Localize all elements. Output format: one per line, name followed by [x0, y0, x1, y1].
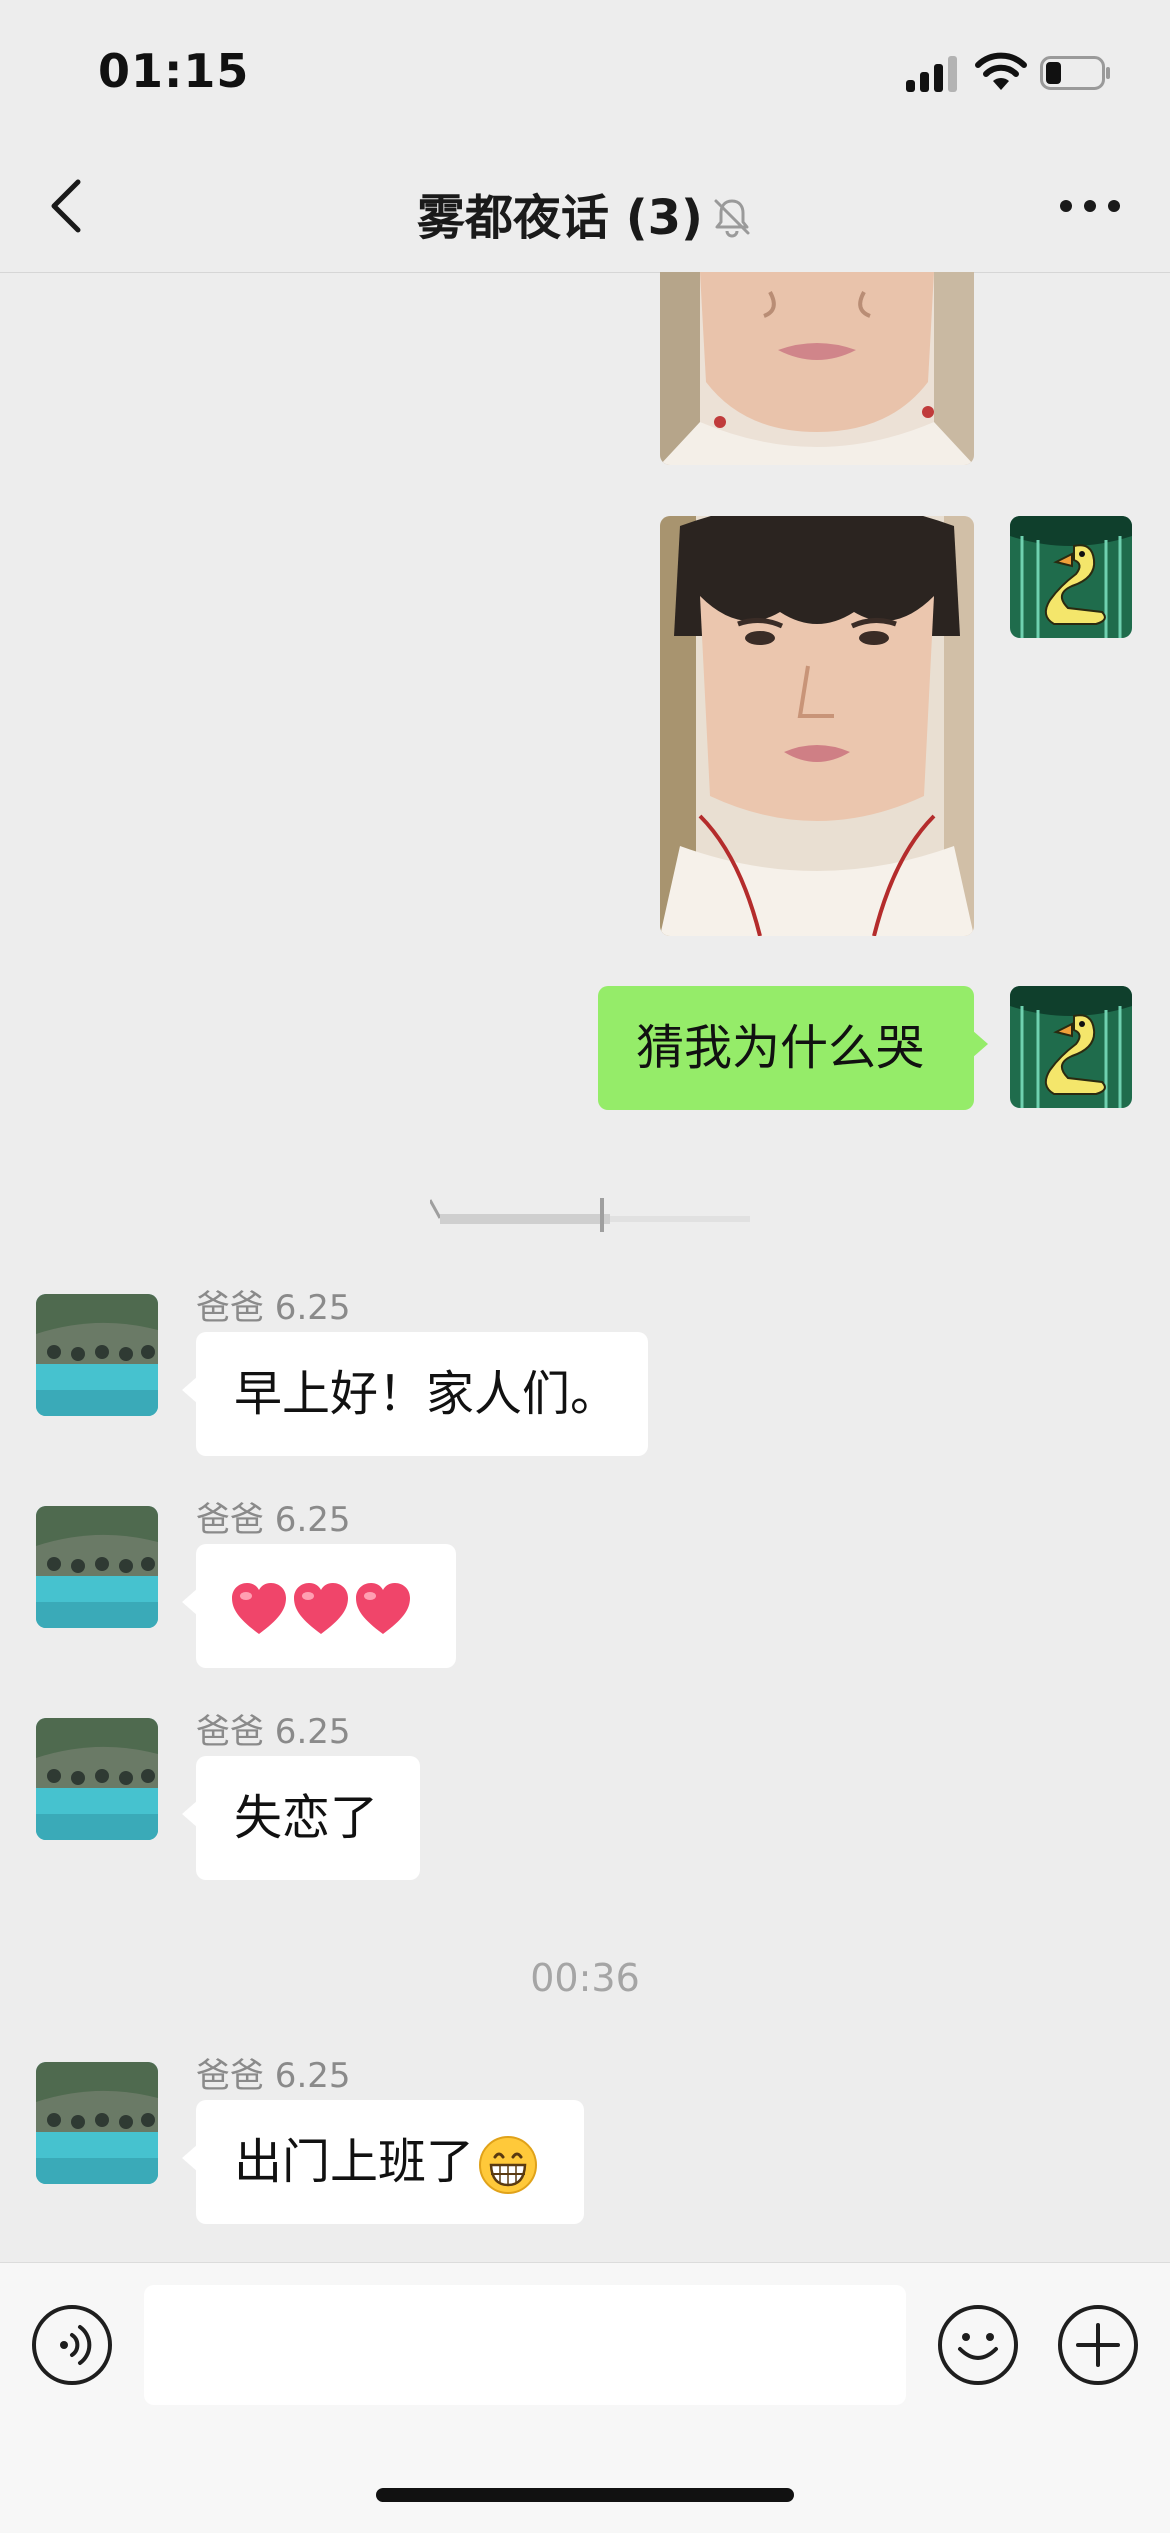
heart-emoji-icon: [232, 1583, 286, 1634]
message-input[interactable]: [144, 2285, 906, 2405]
message-bubble-hearts[interactable]: [182, 1544, 456, 1668]
heart-emoji-icon: [294, 1583, 348, 1634]
sender-name: 爸爸 6.25: [196, 2056, 351, 2096]
my-avatar[interactable]: [1010, 516, 1132, 638]
chat-title-text: 雾都夜话 (3): [417, 190, 703, 246]
message-bubble-incoming[interactable]: 早上好！家人们。: [182, 1332, 648, 1456]
status-time: 01:15: [98, 44, 250, 98]
voice-icon[interactable]: [32, 2305, 112, 2385]
divider-line: [430, 1198, 750, 1232]
sender-name: 爸爸 6.25: [196, 1712, 351, 1752]
chat-title: 雾都夜话 (3): [0, 178, 1170, 248]
home-indicator[interactable]: [376, 2488, 794, 2502]
my-avatar[interactable]: [1010, 986, 1132, 1108]
message-text: 出门上班了: [234, 2134, 475, 2190]
message-bubble-outgoing[interactable]: 猜我为什么哭: [598, 986, 988, 1110]
sender-avatar[interactable]: [36, 1718, 158, 1840]
time-divider: 00:36: [530, 1956, 640, 2000]
sent-photo-2[interactable]: [660, 516, 974, 936]
sent-photo-1[interactable]: [660, 272, 974, 465]
emoji-icon[interactable]: [938, 2305, 1018, 2385]
sender-avatar[interactable]: [36, 2062, 158, 2184]
sender-name: 爸爸 6.25: [196, 1288, 351, 1328]
heart-emoji-icon: [356, 1583, 410, 1634]
cellular-signal-icon: [906, 56, 958, 92]
plus-icon[interactable]: [1058, 2305, 1138, 2385]
message-bubble-incoming[interactable]: 出门上班了: [182, 2100, 584, 2224]
bell-off-icon: [714, 199, 750, 238]
chat-header: 雾都夜话 (3): [0, 140, 1170, 273]
more-dots-icon[interactable]: [1060, 200, 1120, 214]
battery-icon: [1040, 56, 1110, 90]
status-bar: 01:15: [0, 0, 1170, 140]
sender-name: 爸爸 6.25: [196, 1500, 351, 1540]
message-bubble-incoming[interactable]: 失恋了: [182, 1756, 420, 1880]
wifi-icon: [975, 52, 1027, 90]
sender-avatar[interactable]: [36, 1294, 158, 1416]
sender-avatar[interactable]: [36, 1506, 158, 1628]
grinning-emoji-icon: [479, 2136, 538, 2194]
